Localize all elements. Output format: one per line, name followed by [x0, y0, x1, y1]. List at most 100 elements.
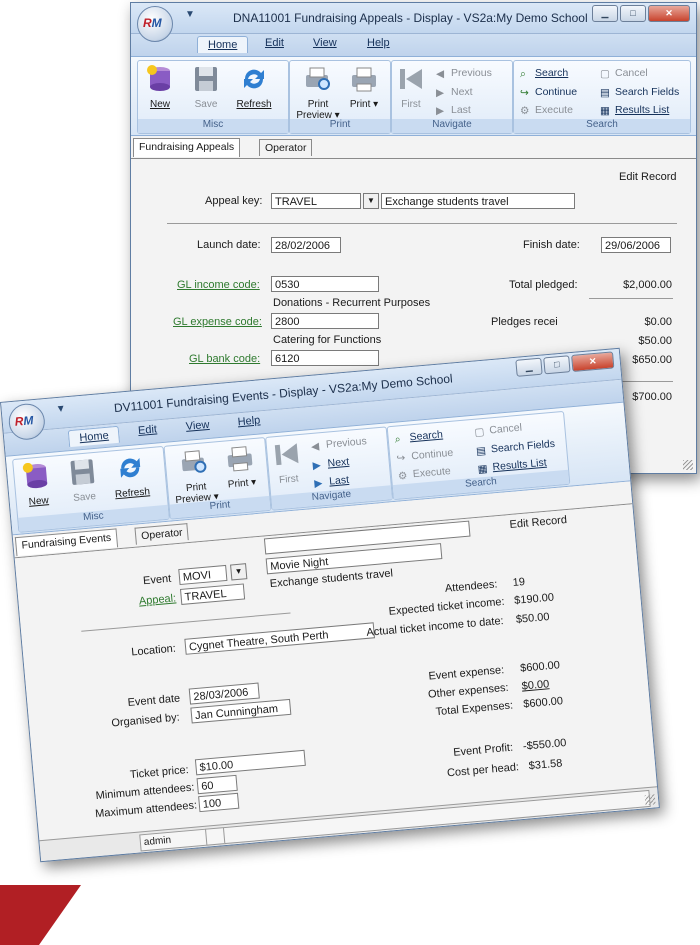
printer-icon [352, 67, 376, 92]
event-code-field[interactable]: MOVI [178, 564, 228, 586]
close-button[interactable]: ✕ [648, 5, 690, 22]
event-profit-label: Event Profit: [452, 741, 514, 759]
minimize-button[interactable]: ▁ [592, 5, 618, 22]
gl-income-code-field[interactable]: 0530 [271, 276, 379, 292]
location-label: Location: [130, 642, 177, 659]
gl-bank-code-link[interactable]: GL bank code: [189, 353, 260, 365]
search-button[interactable]: ⌕ Search [520, 67, 568, 80]
tab-fundraising-appeals[interactable]: Fundraising Appeals [133, 138, 241, 157]
total-expenses-label: Total Expenses: [435, 699, 514, 719]
save-button[interactable]: Save [61, 456, 105, 504]
continue-button[interactable]: ↪ Continue [520, 86, 577, 99]
previous-button[interactable]: ◀ Previous [311, 435, 368, 452]
gl-income-code-link[interactable]: GL income code: [177, 279, 260, 291]
save-button[interactable]: Save [186, 65, 226, 110]
resize-grip[interactable] [683, 460, 693, 470]
gl-bank-code-field[interactable]: 6120 [271, 350, 379, 366]
execute-button[interactable]: ⚙ Execute [520, 104, 573, 117]
tab-help[interactable]: Help [367, 37, 390, 49]
maximum-attendees-field[interactable]: 100 [198, 792, 240, 813]
execute-icon: ⚙ [397, 469, 408, 483]
new-button[interactable]: New [140, 65, 180, 110]
previous-button[interactable]: ◀ Previous [436, 67, 492, 80]
resize-grip[interactable] [644, 794, 656, 806]
divider [167, 223, 677, 224]
fundraising-events-window: RM ▼ DV11001 Fundraising Events - Displa… [0, 347, 660, 863]
minimum-attendees-field[interactable]: 60 [196, 774, 238, 795]
tab-edit[interactable]: Edit [265, 37, 284, 49]
tab-edit[interactable]: Edit [138, 423, 158, 437]
first-button[interactable]: First [394, 65, 428, 110]
cost-per-head-label: Cost per head: [446, 761, 520, 780]
print-preview-button[interactable]: Print Preview ▾ [294, 65, 342, 121]
print-button[interactable]: Print ▾ [219, 443, 263, 491]
database-new-icon [147, 65, 170, 91]
refresh-button[interactable]: Refresh [109, 452, 153, 500]
other-expenses-value[interactable]: $0.00 [521, 678, 549, 692]
location-field[interactable]: Cygnet Theatre, South Perth [184, 622, 376, 655]
appeal-description-field[interactable]: Exchange students travel [381, 193, 575, 209]
group-search: ⌕ Search ↪ Continue ⚙ Execute ▢ Cancel ▤ Sear… [386, 410, 571, 501]
close-button[interactable]: ✕ [571, 351, 615, 372]
cancel-button[interactable]: ▢ Cancel [600, 67, 648, 80]
last-button[interactable]: ▶ Last [436, 104, 471, 117]
first-button[interactable]: First [268, 439, 306, 487]
search-button[interactable]: ⌕ Search [394, 429, 443, 446]
cancel-button[interactable]: ▢ Cancel [474, 422, 523, 439]
first-record-icon [274, 443, 299, 466]
group-navigate-label: Navigate [392, 119, 512, 133]
tab-operator[interactable]: Operator [134, 523, 190, 545]
tab-view[interactable]: View [313, 37, 337, 49]
new-button[interactable]: New [15, 460, 59, 508]
tab-home[interactable]: Home [197, 36, 249, 53]
minimize-button[interactable]: ▁ [515, 357, 543, 377]
refresh-button[interactable]: Refresh [234, 65, 274, 110]
expected-ticket-income-value: $190.00 [513, 591, 555, 607]
ribbon-tabs: Home Edit View Help [131, 34, 696, 56]
next-button[interactable]: ▶ Next [436, 86, 473, 99]
results-list-icon: ▦ [477, 462, 489, 476]
next-icon: ▶ [312, 458, 322, 472]
maximize-button[interactable]: □ [543, 355, 571, 375]
refresh-icon [244, 69, 264, 89]
appeal-code-field[interactable]: TRAVEL [179, 583, 246, 605]
app-logo[interactable]: RM [137, 6, 173, 42]
event-form: Edit Record Event MOVI ▼ Movie Night App… [14, 504, 656, 824]
tab-help[interactable]: Help [237, 414, 261, 428]
search-fields-label: Search Fields [490, 437, 556, 456]
dropdown-arrow-icon[interactable]: ▼ [230, 563, 248, 581]
print-preview-button[interactable]: Print Preview ▾ [169, 446, 222, 506]
continue-button[interactable]: ↪ Continue [396, 447, 454, 464]
new-label: New [28, 495, 50, 508]
appeal-key-field[interactable]: TRAVEL [271, 193, 361, 209]
ticket-price-field[interactable]: $10.00 [194, 749, 306, 776]
tab-operator[interactable]: Operator [259, 139, 313, 156]
event-date-field[interactable]: 28/03/2006 [188, 682, 260, 705]
launch-date-field[interactable]: 28/02/2006 [271, 237, 341, 253]
print-preview-icon [306, 67, 330, 90]
search-fields-button[interactable]: ▤ Search Fields [476, 438, 556, 457]
results-list-button[interactable]: ▦ Results List [600, 104, 669, 117]
group-print-label: Print [290, 119, 390, 133]
execute-button[interactable]: ⚙ Execute [397, 465, 451, 482]
dropdown-arrow-icon[interactable]: ▼ [363, 193, 379, 209]
organised-by-label: Organised by: [110, 711, 181, 730]
last-button[interactable]: ▶ Last [314, 474, 350, 489]
quick-access-arrow-icon[interactable]: ▼ [185, 9, 195, 20]
gl-expense-code-field[interactable]: 2800 [271, 313, 379, 329]
previous-label: Previous [451, 67, 492, 79]
tab-view[interactable]: View [185, 419, 210, 433]
expected-ticket-income-label: Expected ticket income: [388, 595, 506, 618]
quick-access-arrow-icon[interactable]: ▼ [55, 403, 66, 415]
next-button[interactable]: ▶ Next [312, 456, 349, 472]
appeal-link[interactable]: Appeal: [138, 592, 176, 607]
gl-expense-code-link[interactable]: GL expense code: [173, 316, 262, 328]
finish-date-field[interactable]: 29/06/2006 [601, 237, 671, 253]
logo-text: RM [143, 16, 162, 30]
print-button[interactable]: Print ▾ [344, 65, 384, 110]
red-accent-shape [0, 885, 82, 945]
search-fields-button[interactable]: ▤ Search Fields [600, 86, 679, 99]
tab-home[interactable]: Home [67, 425, 121, 448]
maximize-button[interactable]: □ [620, 5, 646, 22]
search-icon: ⌕ [394, 432, 402, 446]
